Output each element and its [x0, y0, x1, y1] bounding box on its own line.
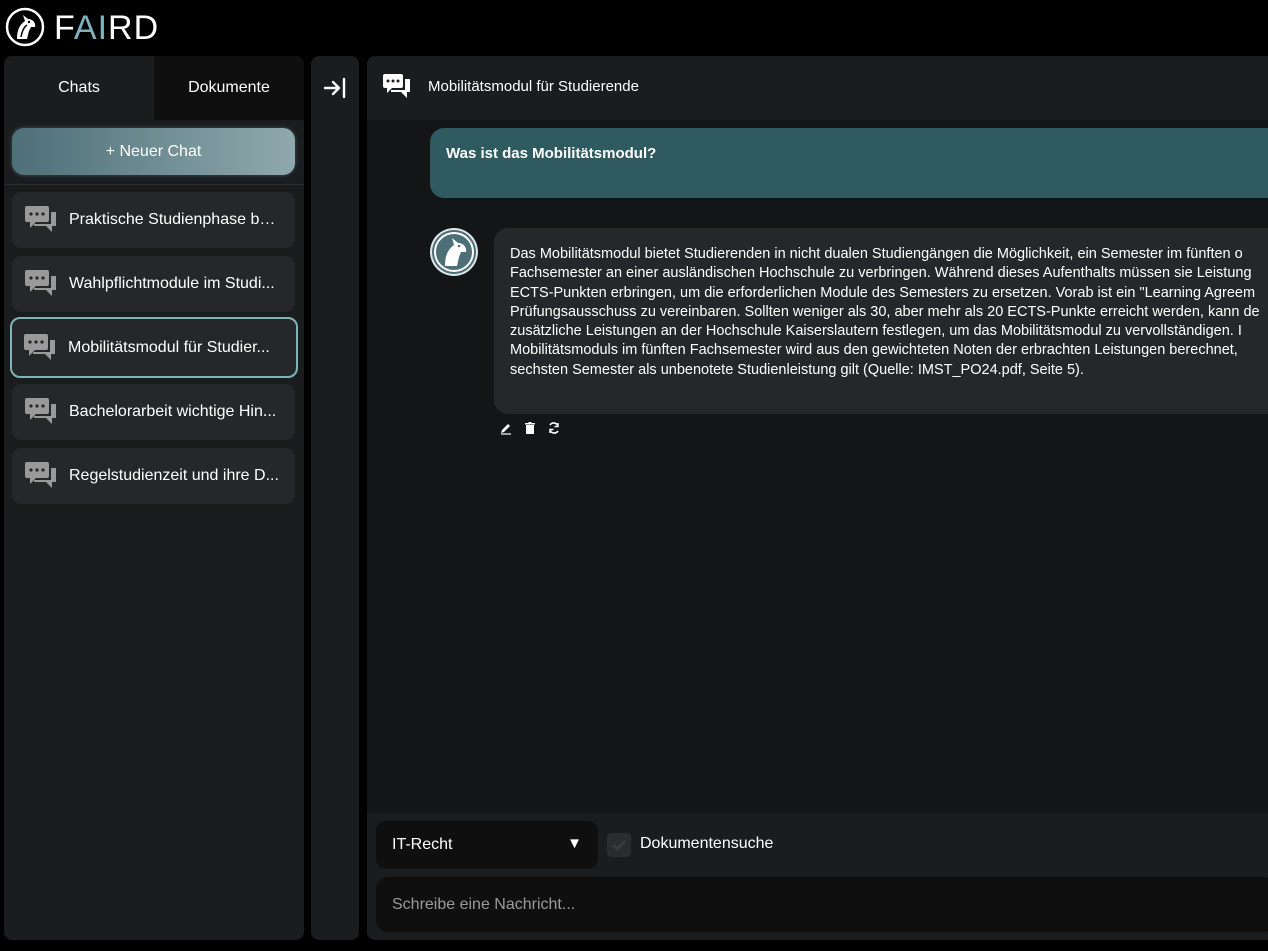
chat-list-item[interactable]: Bachelorarbeit wichtige Hin... — [12, 384, 295, 440]
chat-bubbles-icon — [25, 270, 56, 296]
assistant-message-line: Fachsemester an einer ausländischen Hoch… — [510, 265, 1252, 282]
chat-bubbles-icon — [383, 74, 410, 98]
horse-logo-icon — [432, 230, 476, 274]
user-message-text: Was ist das Mobilitätsmodul? — [446, 145, 657, 162]
message-input[interactable] — [376, 877, 1268, 932]
chat-list-item-label: Regelstudienzeit und ihre D... — [69, 467, 279, 484]
message-actions — [499, 421, 561, 437]
collection-select-value: IT-Recht — [392, 836, 453, 853]
bottom-strip — [0, 940, 1268, 951]
chat-panel: Mobilitätsmodul für Studierende Was ist … — [367, 56, 1268, 940]
assistant-message-line: zusätzliche Leistungen an der Hochschule… — [510, 323, 1242, 340]
regenerate-icon[interactable] — [547, 421, 561, 435]
chat-bubbles-icon — [25, 462, 56, 488]
chat-list-item[interactable]: Praktische Studienphase be... — [12, 192, 295, 248]
chat-bubbles-icon — [25, 398, 56, 424]
sidebar: Chats Dokumente + Neuer Chat Praktische … — [4, 56, 304, 940]
new-chat-button[interactable]: + Neuer Chat — [12, 128, 295, 175]
chat-title: Mobilitätsmodul für Studierende — [428, 78, 639, 95]
chat-list-item-label: Mobilitätsmodul für Studier... — [68, 338, 270, 356]
collection-select[interactable]: IT-Recht ▼ — [376, 821, 598, 869]
document-search-checkbox[interactable] — [607, 833, 631, 857]
collapse-sidebar-icon[interactable] — [323, 76, 347, 100]
sidebar-collapse-column — [311, 56, 359, 940]
assistant-avatar — [430, 228, 478, 276]
horse-logo-icon — [5, 7, 45, 47]
top-bar: FAIRD — [0, 0, 1268, 56]
tab-dokumente[interactable]: Dokumente — [154, 56, 304, 120]
edit-icon[interactable] — [499, 421, 513, 435]
chat-list-item-label: Wahlpflichtmodule im Studi... — [69, 275, 275, 292]
tab-chats[interactable]: Chats — [4, 56, 154, 120]
chat-list-item-active[interactable]: Mobilitätsmodul für Studier... — [10, 317, 298, 378]
assistant-message-line: sechsten Semester als unbenotete Studien… — [510, 361, 1084, 378]
assistant-message-line: Mobilitätsmoduls im fünften Fachsemester… — [510, 342, 1238, 359]
chat-list-item[interactable]: Wahlpflichtmodule im Studi... — [12, 256, 295, 312]
chat-bubbles-icon — [25, 206, 56, 232]
chat-header: Mobilitätsmodul für Studierende — [367, 56, 1268, 120]
assistant-message-line: ECTS-Punkten erbringen, um die erforderl… — [510, 284, 1256, 301]
chat-list-item-label: Bachelorarbeit wichtige Hin... — [69, 403, 277, 420]
assistant-message-text: Das Mobilitätsmodul bietet Studierenden … — [510, 245, 1268, 380]
assistant-message-bubble: Das Mobilitätsmodul bietet Studierenden … — [494, 228, 1268, 414]
chat-list-item-label: Praktische Studienphase be... — [69, 211, 281, 228]
document-search-label: Dokumentensuche — [640, 835, 774, 852]
assistant-message-line: Das Mobilitätsmodul bietet Studierenden … — [510, 246, 1243, 262]
assistant-message-line: Prüfungsausschuss zu vereinbaren. Sollte… — [510, 303, 1260, 320]
divider — [4, 184, 304, 185]
checkmark-icon — [612, 840, 626, 851]
sidebar-tabs: Chats Dokumente — [4, 56, 304, 120]
chevron-down-icon: ▼ — [567, 835, 582, 852]
chat-bubbles-icon — [24, 333, 55, 360]
user-message-bubble: Was ist das Mobilitätsmodul? — [430, 128, 1268, 198]
app-logo-text: FAIRD — [54, 9, 160, 47]
trash-icon[interactable] — [523, 421, 537, 435]
chat-list-item[interactable]: Regelstudienzeit und ihre D... — [12, 448, 295, 504]
composer: IT-Recht ▼ Dokumentensuche — [367, 813, 1268, 940]
